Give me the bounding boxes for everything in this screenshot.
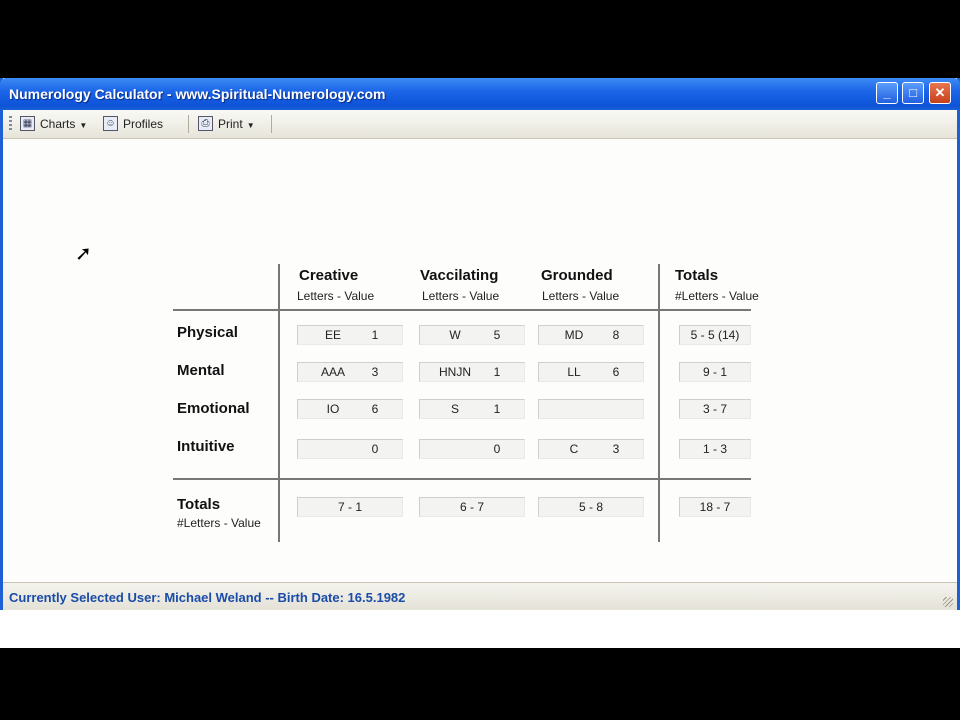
toolbar-grip[interactable]	[9, 116, 12, 132]
charts-label: Charts	[40, 117, 76, 131]
cell-total: 5 - 5 (14)	[690, 328, 740, 342]
cell-emotional-total: 3 - 7	[679, 399, 751, 419]
cell-physical-total: 5 - 5 (14)	[679, 325, 751, 345]
grid-divider	[173, 309, 751, 311]
cell-letters: MD	[564, 328, 584, 342]
cell-letters: C	[569, 442, 579, 456]
resize-grip-icon[interactable]	[943, 597, 953, 607]
cell-mental-creative: AAA 3	[297, 362, 403, 382]
cell-total-grand: 18 - 7	[679, 497, 751, 517]
chevron-down-icon: ▼	[79, 121, 88, 130]
row-label-physical: Physical	[177, 324, 238, 341]
cell-intuitive-grounded: C3	[538, 439, 644, 459]
cell-total: 1 - 3	[702, 442, 727, 456]
profiles-label: Profiles	[123, 117, 164, 131]
cell-letters: S	[450, 402, 459, 416]
title-bar[interactable]: Numerology Calculator - www.Spiritual-Nu…	[0, 78, 960, 110]
minimize-button[interactable]: _	[876, 82, 898, 104]
column-subheader: Letters - Value	[542, 289, 620, 303]
toolbar: ▦ Charts ▼ ☺ Profiles ⎙ Print ▼	[3, 110, 957, 139]
maximize-button[interactable]: □	[902, 82, 924, 104]
window-title: Numerology Calculator - www.Spiritual-Nu…	[9, 86, 386, 102]
cell-mental-total: 9 - 1	[679, 362, 751, 382]
cell-value: 1	[371, 328, 379, 342]
cell-intuitive-vaccilating: 0	[419, 439, 525, 459]
cell-value: 8	[612, 328, 620, 342]
chevron-down-icon: ▼	[246, 121, 255, 130]
cell-value: 1	[493, 365, 501, 379]
column-header-creative: Creative	[299, 267, 359, 284]
printer-icon: ⎙	[198, 116, 213, 131]
row-label-totals: Totals	[177, 496, 221, 513]
chart-canvas: ➚ Creative Letters - Value Vaccilating L…	[3, 139, 957, 582]
close-button[interactable]: ✕	[929, 82, 951, 104]
column-header-vaccilating: Vaccilating	[420, 267, 499, 284]
cell-intuitive-creative: 0	[297, 439, 403, 459]
cell-physical-vaccilating: W5	[419, 325, 525, 345]
cell-letters: IO	[326, 402, 340, 416]
print-button[interactable]: ⎙ Print ▼	[198, 114, 255, 134]
totals-subheader: #Letters - Value	[177, 516, 261, 530]
column-subheader: Letters - Value	[422, 289, 500, 303]
cell-total-grounded: 5 - 8	[538, 497, 644, 517]
column-subheader: #Letters - Value	[675, 289, 759, 303]
cell-value: 5	[493, 328, 501, 342]
cell-letters: AAA	[320, 365, 345, 379]
profile-icon: ☺	[103, 116, 118, 131]
cell-letters: W	[449, 328, 461, 342]
row-label-emotional: Emotional	[177, 400, 250, 417]
grid-divider	[173, 478, 751, 480]
cell-total: 7 - 1	[337, 500, 362, 514]
cell-emotional-grounded	[538, 399, 644, 419]
cell-emotional-vaccilating: S1	[419, 399, 525, 419]
cell-total: 5 - 8	[578, 500, 603, 514]
cell-letters: HNJN	[439, 365, 471, 379]
desktop-strip	[0, 610, 960, 648]
status-bar: Currently Selected User: Michael Weland …	[3, 582, 957, 611]
column-subheader: Letters - Value	[297, 289, 375, 303]
cell-total-vaccilating: 6 - 7	[419, 497, 525, 517]
cell-value: 0	[493, 442, 501, 456]
cell-total: 6 - 7	[459, 500, 484, 514]
cell-total: 18 - 7	[699, 500, 731, 514]
status-text: Currently Selected User: Michael Weland …	[9, 590, 406, 605]
cell-letters: LL	[567, 365, 581, 379]
cell-physical-grounded: MD 8	[538, 325, 644, 345]
grid-icon: ▦	[20, 116, 35, 131]
cell-physical-creative: EE 1	[297, 325, 403, 345]
column-header-grounded: Grounded	[541, 267, 613, 284]
cell-emotional-creative: IO 6	[297, 399, 403, 419]
cell-mental-vaccilating: HNJN 1	[419, 362, 525, 382]
column-header-totals: Totals	[675, 267, 719, 284]
row-label-mental: Mental	[177, 362, 225, 379]
grid-divider	[658, 264, 660, 542]
print-label: Print	[218, 117, 243, 131]
toolbar-separator	[271, 115, 272, 133]
cell-total: 9 - 1	[702, 365, 727, 379]
cell-mental-grounded: LL 6	[538, 362, 644, 382]
cell-intuitive-total: 1 - 3	[679, 439, 751, 459]
cell-total-creative: 7 - 1	[297, 497, 403, 517]
cell-letters: EE	[324, 328, 341, 342]
cell-value: 3	[371, 365, 379, 379]
cell-value: 6	[612, 365, 620, 379]
mouse-cursor-icon: ➚	[75, 243, 92, 265]
cell-value: 0	[371, 442, 379, 456]
toolbar-separator	[188, 115, 189, 133]
profiles-button[interactable]: ☺ Profiles	[103, 114, 163, 134]
grid-divider	[278, 264, 280, 542]
cell-total: 3 - 7	[702, 402, 727, 416]
cell-value: 1	[493, 402, 501, 416]
app-window: Numerology Calculator - www.Spiritual-Nu…	[0, 78, 960, 611]
cell-value: 6	[371, 402, 379, 416]
row-label-intuitive: Intuitive	[177, 438, 235, 455]
charts-button[interactable]: ▦ Charts ▼	[20, 114, 87, 134]
cell-value: 3	[612, 442, 620, 456]
